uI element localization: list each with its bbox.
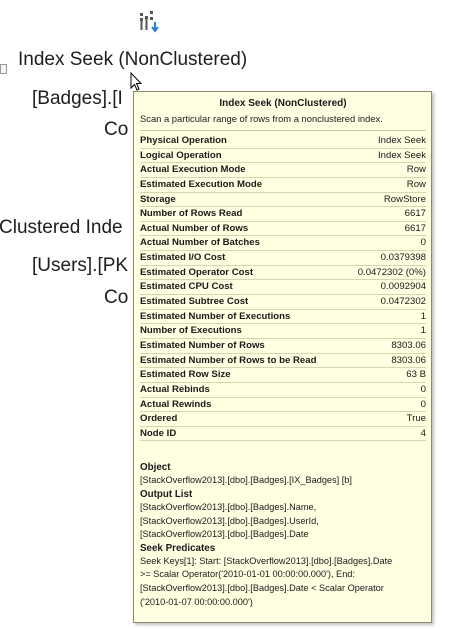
property-label: Number of Rows Read: [140, 208, 243, 220]
object-value: [StackOverflow2013].[dbo].[Badges].[IX_B…: [140, 475, 352, 486]
seek-predicates-section: Seek Predicates Seek Keys[1]: Start: [St…: [140, 542, 426, 609]
property-value: Index Seek: [377, 135, 426, 146]
property-value: 1: [420, 325, 426, 337]
property-label: Actual Rebinds: [140, 383, 210, 395]
collapse-marker: [0, 64, 7, 74]
property-value: 1: [420, 310, 426, 322]
tooltip-title: Index Seek (NonClustered): [219, 98, 347, 109]
property-row: Actual Number of Rows 6617: [140, 222, 426, 237]
property-row: Node ID 4: [140, 427, 426, 442]
index-seek-operator-icon[interactable]: [138, 8, 164, 38]
property-row: Estimated Row Size 63 B: [140, 368, 426, 383]
property-row: Estimated Operator Cost 0.0472302 (0%): [140, 266, 426, 281]
property-row: Ordered True: [140, 412, 426, 427]
property-value: Index Seek: [377, 149, 426, 161]
property-label: Physical Operation: [140, 135, 227, 146]
operator-object: [Badges].[I: [32, 88, 123, 109]
property-label: Estimated I/O Cost: [140, 252, 226, 264]
property-value: 0: [420, 398, 426, 410]
property-value: Row: [406, 164, 426, 176]
property-row: Storage RowStore: [140, 193, 426, 208]
object-section: Object [StackOverflow2013].[dbo].[Badges…: [140, 461, 426, 488]
property-row: Actual Execution Mode Row: [140, 163, 426, 178]
property-value: 0.0472302 (0%): [357, 266, 426, 278]
output-list-heading: Output List: [140, 489, 193, 501]
property-value: True: [406, 413, 426, 425]
output-list-line: [StackOverflow2013].[dbo].[Badges].Name,: [140, 502, 317, 513]
property-label: Estimated Execution Mode: [140, 178, 263, 190]
property-row: Estimated I/O Cost 0.0379398: [140, 251, 426, 266]
property-value: 6617: [404, 222, 426, 234]
property-label: Estimated Number of Executions: [140, 310, 291, 322]
property-label: Actual Number of Rows: [140, 222, 249, 234]
property-label: Logical Operation: [140, 149, 222, 161]
tooltip-description: Scan a particular range of rows from a n…: [140, 113, 383, 124]
second-operator-name[interactable]: Clustered Inde: [0, 217, 123, 239]
property-value: 4: [420, 427, 426, 439]
property-label: Number of Executions: [140, 325, 242, 337]
property-value: 63 B: [406, 369, 426, 381]
property-row: Number of Executions 1: [140, 324, 426, 339]
operator-properties-tooltip: Index Seek (NonClustered) Scan a particu…: [133, 91, 432, 623]
property-row: Number of Rows Read 6617: [140, 207, 426, 222]
seek-predicates-line: ('2010-01-07 00:00:00.000'): [140, 596, 253, 607]
property-label: Actual Rewinds: [140, 398, 212, 410]
seek-predicates-heading: Seek Predicates: [140, 542, 216, 554]
second-operator-object: [Users].[PK: [32, 255, 129, 276]
property-value: 8303.06: [391, 354, 426, 366]
property-label: Estimated Number of Rows to be Read: [140, 354, 317, 366]
property-value: RowStore: [383, 193, 426, 205]
output-list-line: [StackOverflow2013].[dbo].[Badges].UserI…: [140, 515, 319, 526]
operator-name[interactable]: Index Seek (NonClustered): [18, 49, 247, 71]
property-row: Actual Rewinds 0: [140, 398, 426, 413]
property-label: Actual Number of Batches: [140, 237, 260, 249]
property-value: 0.0472302: [380, 296, 426, 308]
object-heading: Object: [140, 462, 171, 474]
mouse-pointer-icon: [130, 71, 144, 92]
property-row: Physical Operation Index Seek: [140, 134, 426, 149]
property-label: Estimated CPU Cost: [140, 281, 233, 293]
output-list-line: [StackOverflow2013].[dbo].[Badges].Date: [140, 529, 309, 540]
seek-predicates-line: Seek Keys[1]: Start: [StackOverflow2013]…: [140, 555, 393, 566]
second-operator-cost: Co: [104, 287, 129, 308]
property-row: Actual Number of Batches 0: [140, 236, 426, 252]
operator-cost: Co: [104, 119, 129, 140]
property-row: Estimated Number of Rows to be Read 8303.…: [140, 354, 426, 369]
property-row: Estimated Number of Executions 1: [140, 310, 426, 325]
property-value: 0.0379398: [380, 252, 426, 264]
property-row: Logical Operation Index Seek: [140, 149, 426, 164]
property-label: Estimated Row Size: [140, 369, 231, 381]
property-value: 0: [420, 237, 426, 249]
property-value: Row: [406, 178, 426, 190]
property-label: Storage: [140, 193, 176, 205]
property-label: Ordered: [140, 413, 178, 425]
property-label: Node ID: [140, 427, 177, 439]
property-row: Estimated Subtree Cost 0.0472302: [140, 295, 426, 310]
property-row: Estimated Execution Mode Row: [140, 178, 426, 193]
property-label: Estimated Number of Rows: [140, 339, 265, 351]
property-label: Estimated Operator Cost: [140, 266, 254, 278]
seek-predicates-line: >= Scalar Operator('2010-01-01 00:00:00.…: [140, 569, 355, 580]
property-value: 8303.06: [391, 339, 426, 351]
property-row: Actual Rebinds 0: [140, 383, 426, 398]
property-label: Estimated Subtree Cost: [140, 296, 249, 308]
property-label: Actual Execution Mode: [140, 164, 246, 176]
property-value: 0.0092904: [380, 281, 426, 293]
output-list-section: Output List [StackOverflow2013].[dbo].[B…: [140, 488, 426, 542]
property-row: Estimated Number of Rows 8303.06: [140, 339, 426, 354]
property-value: 0: [420, 383, 426, 395]
property-row: Estimated CPU Cost 0.0092904: [140, 280, 426, 296]
tooltip-divider: [140, 130, 426, 131]
properties-table: Physical Operation Index Seek Logical Oper…: [140, 134, 426, 442]
seek-predicates-line: [StackOverflow2013].[dbo].[Badges].Date …: [140, 583, 384, 594]
property-value: 6617: [404, 208, 426, 220]
